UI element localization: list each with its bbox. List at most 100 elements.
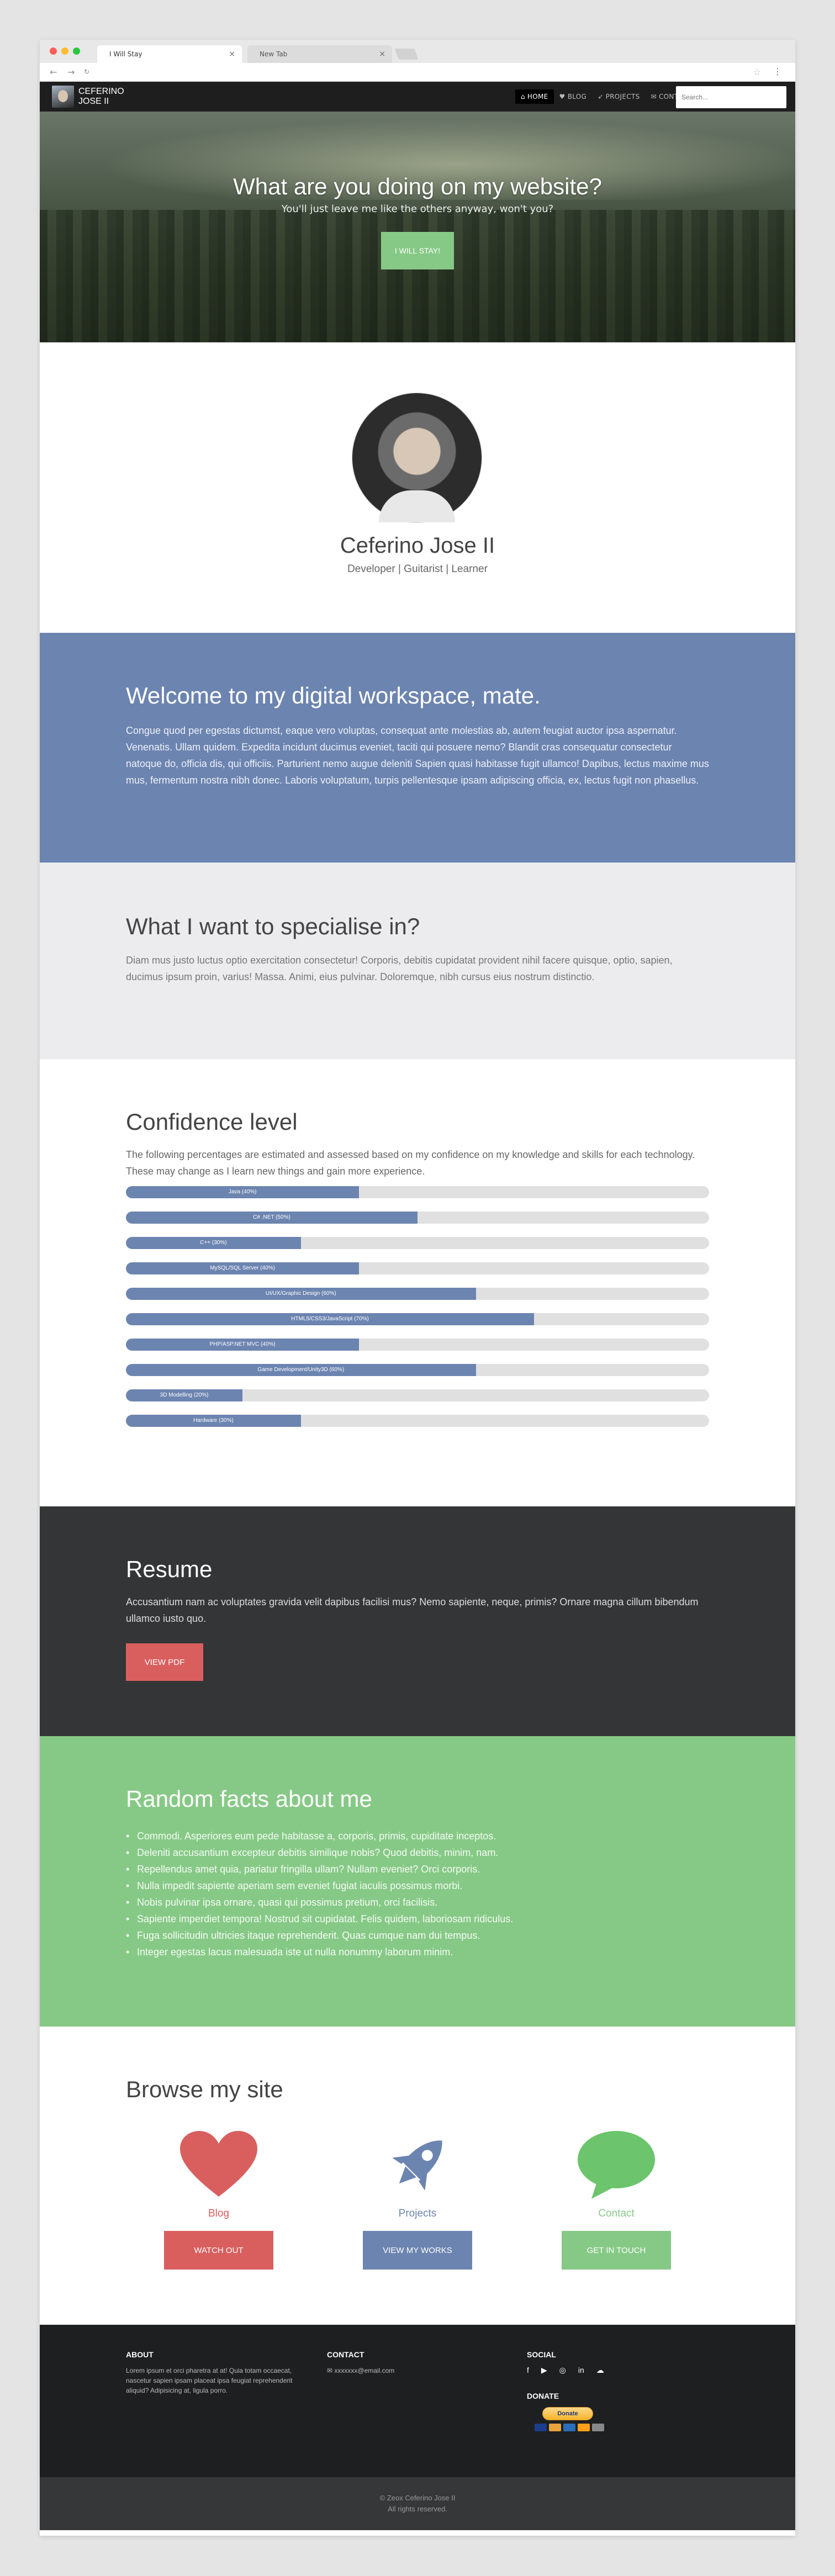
browser-tab-active[interactable]: I Will Stay ×: [97, 45, 242, 63]
skill-bar-fill: PHP/ASP.NET MVC (40%): [126, 1339, 360, 1351]
skill-bar-fill: C# .NET (50%): [126, 1212, 418, 1224]
payment-card-icons: [535, 2424, 604, 2431]
copyright-rights: All rights reserved.: [388, 2505, 447, 2513]
payment-card-icon: [535, 2424, 547, 2431]
skill-bar-fill: Java (40%): [126, 1186, 360, 1198]
get-in-touch-button[interactable]: GET IN TOUCH: [562, 2231, 671, 2270]
chat-icon: ✉: [327, 2367, 335, 2374]
linkedin-icon[interactable]: in: [578, 2366, 584, 2375]
skill-bar-label: HTML5/CSS3/JavaScript (70%): [291, 1316, 369, 1322]
footer-about-text: Lorem ipsum et orci pharetra at at! Quia…: [126, 2367, 293, 2394]
donate-button[interactable]: Donate: [542, 2407, 593, 2420]
browser-tab-new[interactable]: New Tab ×: [247, 45, 392, 63]
skill-bar-list: Java (40%) C# .NET (50%) C++ (30%) MySQL/SQ…: [126, 1186, 709, 1427]
footer-about: ABOUT Lorem ipsum et orci pharetra at at…: [126, 2350, 308, 2395]
resume-section: Resume Accusantium nam ac voluptates gra…: [40, 1506, 795, 1736]
specialise-body: Diam mus justo luctus optio exercitation…: [126, 955, 673, 982]
facts-title: Random facts about me: [126, 1786, 372, 1812]
hero-subtitle: You'll just leave me like the others any…: [281, 203, 554, 215]
tab-title: New Tab: [260, 50, 288, 58]
view-pdf-button[interactable]: VIEW PDF: [126, 1643, 203, 1681]
hero-banner: What are you doing on my website? You'll…: [40, 112, 795, 342]
list-item: Repellendus amet quia, pariatur fringill…: [126, 1861, 709, 1877]
browse-label-projects: Projects: [398, 2208, 437, 2219]
minimize-window-button[interactable]: [61, 47, 68, 55]
skill-bar-label: PHP/ASP.NET MVC (40%): [209, 1341, 276, 1347]
skill-bar-fill: HTML5/CSS3/JavaScript (70%): [126, 1313, 535, 1325]
nav-item-blog[interactable]: ♥ BLOG: [554, 89, 593, 104]
heart-icon[interactable]: [141, 2129, 296, 2201]
watch-out-button[interactable]: WATCH OUT: [164, 2231, 273, 2270]
skill-bar-label: UI/UX/Graphic Design (60%): [265, 1290, 336, 1297]
tab-close-icon[interactable]: ×: [379, 45, 385, 63]
rocket-icon[interactable]: [340, 2129, 495, 2201]
skill-bar-label: C++ (30%): [200, 1240, 227, 1246]
footer-about-title: ABOUT: [126, 2350, 154, 2359]
skill-bar: UI/UX/Graphic Design (60%): [126, 1288, 709, 1300]
forward-icon[interactable]: →: [67, 67, 75, 77]
payment-card-icon: [563, 2424, 575, 2431]
footer-email-link[interactable]: xxxxxxx@email.com: [334, 2367, 394, 2374]
welcome-body: Congue quod per egestas dictumst, eaque …: [126, 725, 709, 786]
payment-card-icon: [549, 2424, 561, 2431]
footer-social: SOCIAL f ▶ ◎ in ☁ DONATE Donate: [527, 2350, 604, 2431]
search-input[interactable]: [676, 86, 786, 108]
skill-bar-fill: Hardware (30%): [126, 1415, 301, 1427]
confidence-title: Confidence level: [126, 1109, 298, 1135]
profile-name: Ceferino Jose II: [340, 533, 495, 558]
skill-bar-label: Hardware (30%): [193, 1417, 234, 1424]
skill-bar-label: Game Development/Unity3D (60%): [257, 1367, 345, 1373]
list-item: Commodi. Asperiores eum pede habitasse a…: [126, 1828, 709, 1844]
nav-item-projects[interactable]: ➶ PROJECTS: [592, 89, 645, 104]
browser-menu-icon[interactable]: ⋮: [773, 66, 782, 77]
facts-section: Random facts about me Commodi. Asperiore…: [40, 1736, 795, 2027]
i-will-stay-button[interactable]: I WILL STAY!: [381, 232, 454, 269]
view-my-works-button[interactable]: VIEW MY WORKS: [363, 2231, 472, 2270]
hero-title: What are you doing on my website?: [233, 173, 602, 199]
confidence-section: Confidence level The following percentag…: [40, 1059, 795, 1506]
bookmark-star-icon[interactable]: ☆: [753, 67, 761, 77]
instagram-icon[interactable]: ◎: [559, 2366, 566, 2375]
soundcloud-icon[interactable]: ☁: [596, 2366, 604, 2375]
nav-item-home[interactable]: ⌂ HOME: [515, 89, 554, 104]
youtube-icon[interactable]: ▶: [541, 2366, 547, 2375]
specialise-title: What I want to specialise in?: [126, 913, 420, 939]
browser-toolbar: ← → ↻ ☆ ⋮: [40, 63, 795, 82]
new-tab-button[interactable]: [394, 49, 419, 60]
list-item: Deleniti accusantium excepteur debitis s…: [126, 1844, 709, 1861]
tab-title: I Will Stay: [109, 50, 142, 58]
welcome-section: Welcome to my digital workspace, mate. C…: [40, 633, 795, 863]
list-item: Sapiente imperdiet tempora! Nostrud sit …: [126, 1911, 709, 1927]
maximize-window-button[interactable]: [73, 47, 80, 55]
close-window-button[interactable]: [50, 47, 57, 55]
site-navbar: CEFERINO JOSE II ⌂ HOME ♥ BLOG ➶ PROJECT…: [40, 82, 795, 112]
footer-social-title: SOCIAL: [527, 2350, 556, 2359]
browse-projects: Projects VIEW MY WORKS: [340, 2129, 495, 2270]
specialise-section: What I want to specialise in? Diam mus j…: [40, 863, 795, 1059]
skill-bar: C++ (30%): [126, 1237, 709, 1249]
skill-bar: C# .NET (50%): [126, 1212, 709, 1224]
payment-card-icon: [592, 2424, 604, 2431]
payment-card-icon: [578, 2424, 590, 2431]
footer-donate-title: DONATE: [527, 2392, 559, 2400]
facebook-icon[interactable]: f: [527, 2366, 529, 2375]
skill-bar-fill: Game Development/Unity3D (60%): [126, 1364, 476, 1376]
address-bar[interactable]: [113, 66, 753, 79]
skill-bar: 3D Modelling (20%): [126, 1389, 709, 1401]
brand-logo-link[interactable]: CEFERINO JOSE II: [52, 86, 128, 108]
back-icon[interactable]: ←: [50, 67, 57, 77]
copyright-line: © Zeox Ceferino Jose II: [379, 2494, 456, 2502]
list-item: Nulla impedit sapiente aperiam sem eveni…: [126, 1877, 709, 1894]
chat-icon: ✉: [651, 93, 657, 100]
brand-name: CEFERINO JOSE II: [78, 87, 124, 106]
skill-bar-label: 3D Modelling (20%): [160, 1392, 209, 1398]
browse-blog: Blog WATCH OUT: [141, 2129, 296, 2270]
speech-bubble-icon[interactable]: [539, 2129, 694, 2201]
reload-icon[interactable]: ↻: [84, 68, 89, 76]
skill-bar: MySQL/SQL Server (40%): [126, 1262, 709, 1274]
browse-label-contact: Contact: [598, 2208, 635, 2219]
browser-window: I Will Stay × New Tab × ← → ↻ ☆ ⋮ CEFERI…: [40, 40, 795, 2536]
skill-bar-fill: UI/UX/Graphic Design (60%): [126, 1288, 476, 1300]
tab-close-icon[interactable]: ×: [229, 45, 235, 63]
skill-bar: HTML5/CSS3/JavaScript (70%): [126, 1313, 709, 1325]
